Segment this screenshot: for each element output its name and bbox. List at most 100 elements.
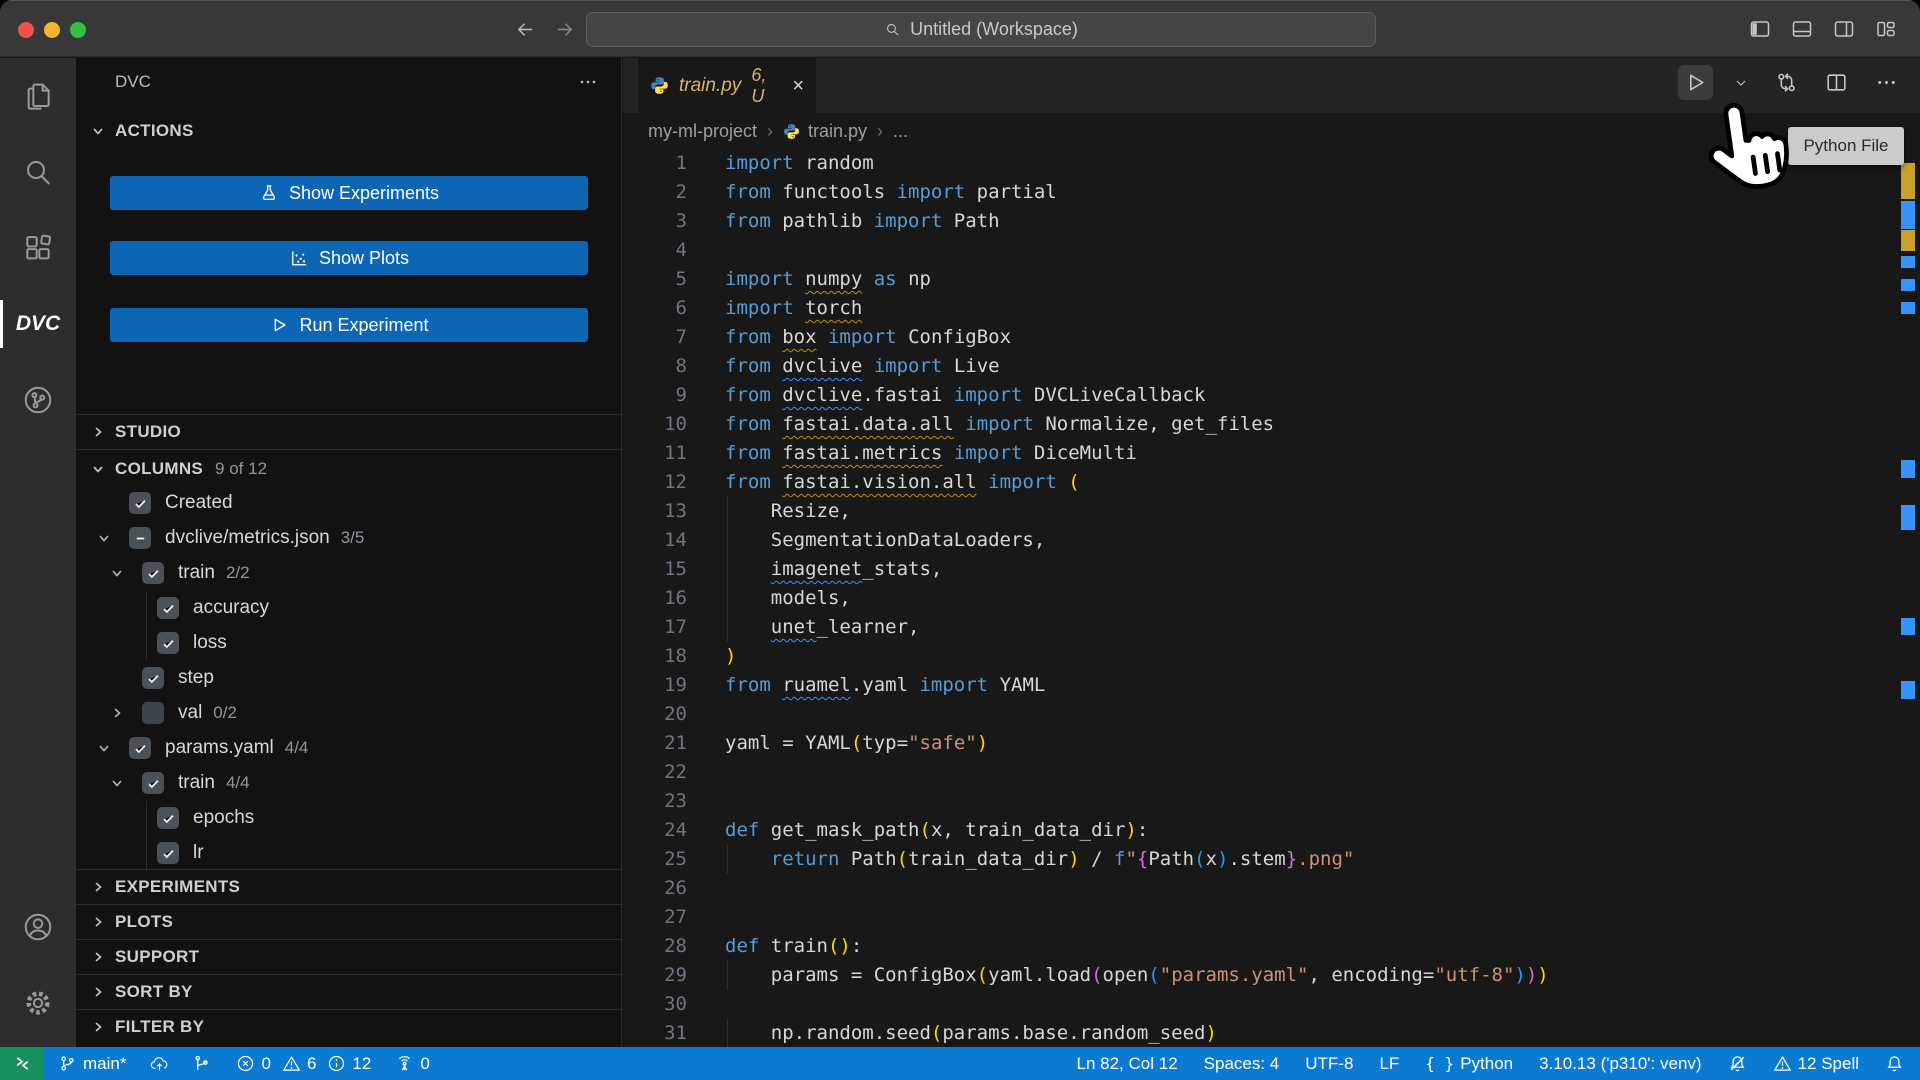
errors-count[interactable]: 0	[236, 1054, 271, 1074]
checkbox[interactable]	[142, 667, 164, 689]
minimize-window-button[interactable]	[44, 22, 60, 38]
line-number: 12	[664, 471, 687, 493]
spell-checker[interactable]: 12 Spell	[1773, 1054, 1859, 1074]
run-tooltip: Python File	[1788, 127, 1904, 165]
git-branch-status[interactable]: main*	[58, 1054, 126, 1074]
activity-item-explorer[interactable]	[0, 58, 76, 134]
zoom-window-button[interactable]	[70, 22, 86, 38]
split-editor-button[interactable]	[1819, 65, 1854, 100]
section-columns[interactable]: COLUMNS 9 of 12	[90, 452, 267, 486]
checkbox[interactable]	[142, 772, 164, 794]
tree-item-created[interactable]: Created	[76, 486, 621, 521]
line-number: 31	[664, 1022, 687, 1044]
line-number: 21	[664, 732, 687, 754]
cursor-position[interactable]: Ln 82, Col 12	[1077, 1054, 1178, 1074]
section-plots[interactable]: PLOTS	[76, 904, 621, 939]
tree-item-val[interactable]: val 0/2	[76, 696, 621, 731]
more-actions-button[interactable]	[1869, 65, 1904, 100]
eol[interactable]: LF	[1379, 1054, 1399, 1074]
language-mode[interactable]: { } Python	[1425, 1054, 1513, 1074]
section-experiments[interactable]: EXPERIMENTS	[76, 869, 621, 904]
section-support[interactable]: SUPPORT	[76, 939, 621, 974]
checkbox[interactable]	[129, 492, 151, 514]
notifications[interactable]	[1885, 1054, 1904, 1073]
close-tab-icon[interactable]: ×	[792, 76, 804, 96]
search-icon	[22, 156, 54, 188]
checkbox[interactable]	[157, 632, 179, 654]
section-actions[interactable]: ACTIONS	[90, 114, 194, 148]
close-window-button[interactable]	[18, 22, 34, 38]
tree-item-params-yaml[interactable]: params.yaml 4/4	[76, 731, 621, 766]
activity-item-account[interactable]	[0, 889, 76, 965]
line-number: 24	[664, 819, 687, 841]
publish-status[interactable]	[150, 1054, 169, 1073]
code-text: params = ConfigBox(yaml.load(open("param…	[725, 964, 1549, 986]
checkbox[interactable]	[157, 807, 179, 829]
code-line: 24 def get_mask_path(x, train_data_dir):	[623, 816, 1920, 845]
notifications-muted[interactable]	[1728, 1054, 1747, 1073]
forward-button[interactable]	[553, 18, 576, 41]
activity-item-dvc[interactable]: DVC	[0, 286, 76, 362]
activity-item-search[interactable]	[0, 134, 76, 210]
indentation[interactable]: Spaces: 4	[1204, 1054, 1280, 1074]
checkbox[interactable]	[129, 737, 151, 759]
section-label: PLOTS	[115, 912, 174, 931]
show-plots-button[interactable]: Show Plots	[110, 241, 588, 275]
tree-item-accuracy[interactable]: accuracy	[76, 591, 621, 626]
line-number: 22	[664, 761, 687, 783]
tab-train-py[interactable]: train.py 6, U ×	[638, 58, 816, 113]
section-sort-by[interactable]: SORT BY	[76, 974, 621, 1009]
history-nav	[514, 18, 576, 41]
command-center-search[interactable]: Untitled (Workspace)	[586, 12, 1376, 47]
breadcrumb-item[interactable]: ...	[893, 121, 908, 142]
checkbox[interactable]	[129, 527, 151, 549]
warnings-count[interactable]: 6	[282, 1054, 316, 1074]
columns-tree: Created dvclive/metrics.json 3/5 train 2/2 ac…	[76, 486, 621, 871]
code-line: 14 SegmentationDataLoaders,	[623, 526, 1920, 555]
section-studio[interactable]: STUDIO	[76, 414, 621, 450]
show-experiments-button[interactable]: Show Experiments	[110, 176, 588, 210]
braces-icon: { }	[1425, 1054, 1455, 1073]
tree-item-lr[interactable]: lr	[76, 836, 621, 871]
toggle-sidebar-button[interactable]	[1748, 17, 1772, 41]
tree-item-dvclive-metrics-json[interactable]: dvclive/metrics.json 3/5	[76, 521, 621, 556]
section-filter-by[interactable]: FILTER BY	[76, 1009, 621, 1044]
checkbox[interactable]	[142, 702, 164, 724]
section-label: SORT BY	[115, 982, 193, 1001]
dvc-status[interactable]	[193, 1054, 212, 1073]
code-line: 10 from fastai.data.all import Normalize,…	[623, 410, 1920, 439]
code-line: 6 import torch	[623, 294, 1920, 323]
run-dropdown-button[interactable]	[1728, 70, 1754, 96]
remote-indicator[interactable]	[0, 1047, 44, 1080]
status-group: 0 6 12	[236, 1054, 371, 1074]
back-button[interactable]	[514, 18, 537, 41]
breadcrumb-item[interactable]: my-ml-project	[648, 121, 757, 142]
more-actions-icon[interactable]	[577, 71, 599, 93]
dvc-sidebar: DVC ACTIONS Show Experiments Show Plots Ru…	[76, 58, 622, 1047]
activity-item-source-control[interactable]	[0, 362, 76, 438]
activity-item-extensions[interactable]	[0, 210, 76, 286]
code-editor[interactable]: 1 import random 2 from functools import par…	[623, 149, 1920, 1047]
toggle-secondary-sidebar-button[interactable]	[1832, 17, 1856, 41]
run-button[interactable]	[1678, 65, 1713, 100]
customize-layout-button[interactable]	[1874, 17, 1898, 41]
toggle-panel-button[interactable]	[1790, 17, 1814, 41]
more-actions-icon	[1874, 70, 1899, 95]
tree-item-train[interactable]: train 2/2	[76, 556, 621, 591]
tree-item-loss[interactable]: loss	[76, 626, 621, 661]
checkbox[interactable]	[157, 842, 179, 864]
ports-status[interactable]: 0	[395, 1054, 430, 1074]
python-interpreter[interactable]: 3.10.13 ('p310': venv)	[1539, 1054, 1701, 1074]
tree-item-epochs[interactable]: epochs	[76, 801, 621, 836]
run-experiment-button[interactable]: Run Experiment	[110, 308, 588, 342]
breadcrumb-item[interactable]: train.py	[783, 121, 867, 142]
line-number: 14	[664, 529, 687, 551]
tree-item-step[interactable]: step	[76, 661, 621, 696]
activity-item-settings[interactable]	[0, 965, 76, 1041]
tree-item-train[interactable]: train 4/4	[76, 766, 621, 801]
checkbox[interactable]	[157, 597, 179, 619]
encoding[interactable]: UTF-8	[1305, 1054, 1353, 1074]
infos-count[interactable]: 12	[327, 1054, 371, 1074]
checkbox[interactable]	[142, 562, 164, 584]
line-number: 29	[664, 964, 687, 986]
